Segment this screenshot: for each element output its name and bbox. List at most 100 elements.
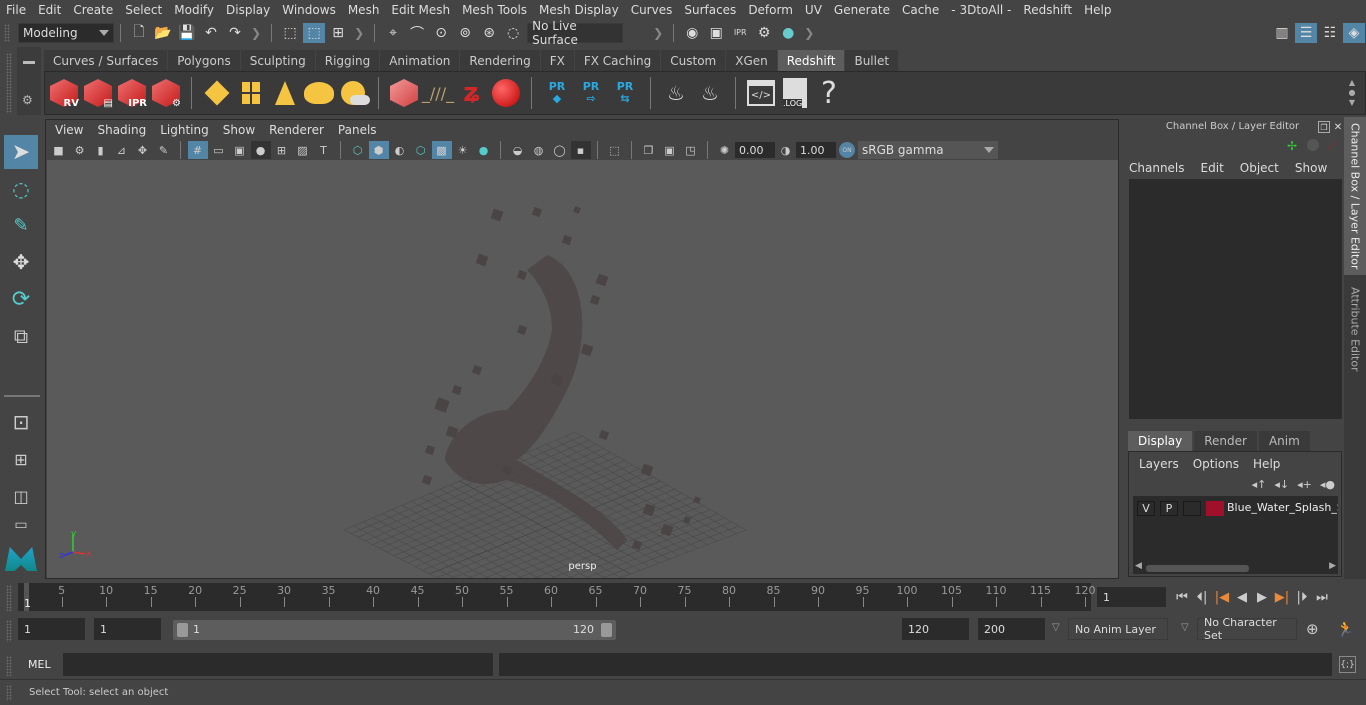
character-set-dropdown[interactable]: No Character Set: [1197, 616, 1297, 642]
area-light-icon[interactable]: [200, 75, 234, 111]
menu-redshift[interactable]: Redshift: [1017, 3, 1078, 17]
auto-key-icon[interactable]: ⊕: [1306, 620, 1319, 638]
layer-name[interactable]: Blue_Water_Splash_Sp: [1227, 501, 1338, 514]
viewport-menu-shading[interactable]: Shading: [90, 123, 153, 137]
menu-mesh-tools[interactable]: Mesh Tools: [456, 3, 533, 17]
collapse-chevron-icon[interactable]: ❯: [653, 26, 663, 40]
redo-icon[interactable]: ↷: [224, 23, 246, 43]
script-language-toggle[interactable]: MEL: [28, 658, 51, 671]
channel-box-menu-edit[interactable]: Edit: [1201, 161, 1224, 175]
log-icon[interactable]: .LOG: [778, 75, 812, 111]
volume-icon[interactable]: ʑ: [455, 75, 489, 111]
save-scene-icon[interactable]: 💾: [176, 23, 198, 43]
animation-preferences-icon[interactable]: 🏃: [1336, 620, 1355, 638]
portal-light-icon[interactable]: [234, 75, 268, 111]
range-bar-grip[interactable]: [6, 620, 12, 642]
channel-box-toggle-icon[interactable]: ◈: [1343, 22, 1365, 43]
menu-deform[interactable]: Deform: [742, 3, 799, 17]
snap-grid-icon[interactable]: ⌖: [382, 23, 404, 43]
menu-create[interactable]: Create: [67, 3, 119, 17]
go-to-start-icon[interactable]: ⏮: [1172, 587, 1192, 607]
layer-list-horizontal-scrollbar[interactable]: ◀ ▶: [1133, 561, 1338, 574]
scroll-right-icon[interactable]: ▶: [1329, 561, 1336, 571]
channel-box-menu-show[interactable]: Show: [1295, 161, 1327, 175]
menu-3dtoall[interactable]: - 3DtoAll -: [945, 3, 1017, 17]
open-scene-icon[interactable]: 📂: [152, 23, 174, 43]
safe-title-icon[interactable]: T: [314, 141, 334, 159]
layer-menu-layers[interactable]: Layers: [1139, 457, 1179, 471]
make-live-icon[interactable]: ◌: [502, 23, 524, 43]
step-back-frame-icon[interactable]: ⏴|: [1192, 587, 1212, 607]
camera-attributes-icon[interactable]: ⚙: [70, 141, 90, 159]
paint-select-tool-icon[interactable]: ✎: [4, 208, 38, 242]
pr-convert-icon[interactable]: PR ⇆: [608, 75, 642, 111]
menu-file[interactable]: File: [0, 3, 32, 17]
proxy-cube-icon[interactable]: [387, 75, 421, 111]
render-view-icon[interactable]: ◉: [681, 23, 703, 43]
snap-curve-icon[interactable]: ⌒: [406, 23, 428, 43]
shelf-tab-custom[interactable]: Custom: [661, 50, 727, 71]
menu-edit-mesh[interactable]: Edit Mesh: [385, 3, 456, 17]
menu-select[interactable]: Select: [119, 3, 168, 17]
redshift-batch-render-icon[interactable]: ▤: [81, 75, 115, 111]
move-layer-down-icon[interactable]: ◂↓: [1274, 478, 1289, 491]
shelf-tab-bullet[interactable]: Bullet: [845, 50, 900, 71]
menu-windows[interactable]: Windows: [276, 3, 342, 17]
new-empty-layer-icon[interactable]: ◂+: [1297, 478, 1312, 491]
image-plane-icon[interactable]: ⊿: [112, 141, 132, 159]
menu-mesh-display[interactable]: Mesh Display: [533, 3, 625, 17]
camera-select-icon[interactable]: ■: [49, 141, 69, 159]
live-surface-field[interactable]: No Live Surface: [527, 19, 624, 47]
resolution-gate-icon[interactable]: ▣: [230, 141, 250, 159]
menu-curves[interactable]: Curves: [625, 3, 679, 17]
step-back-key-icon[interactable]: |◀: [1212, 587, 1232, 607]
command-line-grip[interactable]: [6, 656, 12, 676]
scrollbar-thumb[interactable]: [1146, 565, 1249, 572]
bake-single-icon[interactable]: ♨: [693, 75, 727, 111]
pr-proxy-icon[interactable]: PR ◆: [540, 75, 574, 111]
xray-icon[interactable]: ❐: [639, 141, 659, 159]
anim-layer-chevron-icon[interactable]: ▽: [1052, 622, 1060, 633]
toolbar-grip[interactable]: [4, 23, 10, 42]
shelf-scrollbar[interactable]: ▲ ● ▼: [1345, 78, 1359, 108]
single-perspective-layout-icon[interactable]: ⊡: [4, 405, 38, 439]
menu-cache[interactable]: Cache: [896, 3, 945, 17]
manipulator-axis-icon[interactable]: ✢: [1287, 139, 1297, 153]
close-icon[interactable]: ✕: [1332, 121, 1344, 133]
menu-uv[interactable]: UV: [799, 3, 828, 17]
sun-sky-icon[interactable]: [336, 75, 370, 111]
range-start-handle[interactable]: [177, 623, 188, 637]
step-forward-key-icon[interactable]: ▶|: [1272, 587, 1292, 607]
animation-start-field[interactable]: 1: [18, 618, 85, 640]
exposure-icon[interactable]: ✺: [715, 141, 735, 159]
bookmarks-icon[interactable]: ▮: [91, 141, 111, 159]
snap-point-icon[interactable]: ⊙: [430, 23, 452, 43]
time-slider-grip[interactable]: [6, 585, 12, 611]
shelf-tab-redshift[interactable]: Redshift: [777, 50, 846, 71]
render-settings-icon[interactable]: ⚙: [753, 23, 775, 43]
select-component-icon[interactable]: ⊞: [327, 23, 349, 43]
tab-channel-box-layer-editor[interactable]: Channel Box / Layer Editor: [1344, 117, 1366, 275]
viewport-menu-show[interactable]: Show: [216, 123, 262, 137]
ipr-render-icon[interactable]: IPR: [729, 23, 751, 43]
menu-generate[interactable]: Generate: [828, 3, 896, 17]
range-slider[interactable]: 1 120: [173, 620, 616, 640]
viewport-menu-lighting[interactable]: Lighting: [153, 123, 216, 137]
hypershade-icon[interactable]: ●: [777, 23, 799, 43]
gate-mask-icon[interactable]: ●: [250, 141, 271, 159]
layer-display-type-toggle[interactable]: [1183, 501, 1201, 516]
menu-edit[interactable]: Edit: [32, 3, 67, 17]
textured-icon[interactable]: ▩: [431, 141, 452, 159]
isolate-select-icon[interactable]: ⬚: [605, 141, 625, 159]
menu-surfaces[interactable]: Surfaces: [678, 3, 742, 17]
field-chart-icon[interactable]: ⊞: [272, 141, 292, 159]
menu-modify[interactable]: Modify: [168, 3, 220, 17]
layer-tab-anim[interactable]: Anim: [1258, 431, 1310, 451]
shelf-grip[interactable]: [6, 53, 12, 113]
layer-tab-render[interactable]: Render: [1194, 431, 1257, 451]
range-end-handle[interactable]: [601, 623, 612, 637]
shelf-tabs-menu-icon[interactable]: [23, 61, 35, 64]
current-frame-field[interactable]: 1: [1097, 587, 1166, 607]
3d-viewport[interactable]: y x z persp: [47, 160, 1118, 578]
anim-layer-dropdown[interactable]: No Anim Layer: [1068, 618, 1168, 640]
